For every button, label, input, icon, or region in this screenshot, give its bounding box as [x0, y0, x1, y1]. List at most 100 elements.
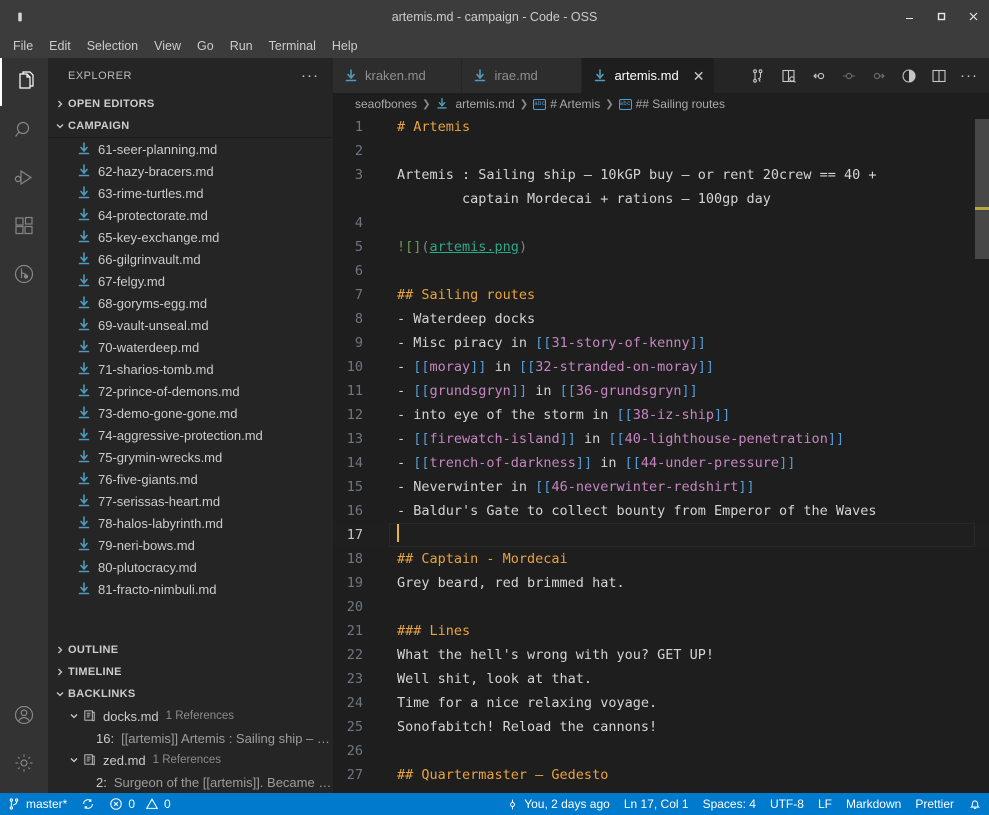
backlink-reference-row[interactable]: 16: [[artemis]] Artemis : Sailing ship – …	[48, 727, 333, 749]
code-line[interactable]: 26	[333, 739, 989, 763]
open-changes-icon[interactable]	[745, 62, 773, 90]
go-to-previous-change-icon[interactable]	[805, 62, 833, 90]
file-tree-item[interactable]: 74-aggressive-protection.md	[48, 424, 333, 446]
code-line[interactable]: 4	[333, 211, 989, 235]
code-line[interactable]: 11- [[grundsgryn]] in [[36-grundsgryn]]	[333, 379, 989, 403]
breadcrumb-symbol-artemis[interactable]: abc # Artemis	[531, 97, 602, 111]
code-line[interactable]: 2	[333, 139, 989, 163]
code-editor[interactable]: 1 # Artemis 2 3 Artemis : Sailing ship – 10k…	[333, 115, 989, 793]
file-tree[interactable]: 61-seer-planning.md 62-hazy-bracers.md 63-…	[48, 137, 333, 639]
code-lines[interactable]: 1 # Artemis 2 3 Artemis : Sailing ship – 10k…	[333, 115, 989, 787]
menu-go[interactable]: Go	[189, 36, 222, 56]
tab-irae[interactable]: irae.md ✕	[462, 58, 583, 93]
minimize-button[interactable]	[893, 0, 925, 33]
file-tree-item[interactable]: 80-plutocracy.md	[48, 556, 333, 578]
code-line[interactable]: 13- [[firewatch-island]] in [[40-lightho…	[333, 427, 989, 451]
split-editor-icon[interactable]	[925, 62, 953, 90]
file-tree-item[interactable]: 81-fracto-nimbuli.md	[48, 578, 333, 600]
go-to-next-change-icon[interactable]	[865, 62, 893, 90]
file-tree-item[interactable]: 78-halos-labyrinth.md	[48, 512, 333, 534]
file-tree-item[interactable]: 77-serissas-heart.md	[48, 490, 333, 512]
file-tree-item[interactable]: 75-grymin-wrecks.md	[48, 446, 333, 468]
file-tree-item[interactable]: 70-waterdeep.md	[48, 336, 333, 358]
status-formatter[interactable]: Prettier	[908, 793, 961, 815]
backlink-reference-row[interactable]: 2: Surgeon of the [[artemis]]. Became en…	[48, 771, 333, 793]
file-tree-item[interactable]: 65-key-exchange.md	[48, 226, 333, 248]
chevron-down-icon[interactable]	[66, 711, 82, 721]
menu-help[interactable]: Help	[324, 36, 366, 56]
code-line[interactable]: 3 Artemis : Sailing ship – 10kGP buy – or…	[333, 163, 989, 211]
code-line[interactable]: 23 Well shit, look at that.	[333, 667, 989, 691]
file-tree-item[interactable]: 63-rime-turtles.md	[48, 182, 333, 204]
close-button[interactable]	[957, 0, 989, 33]
activity-accounts[interactable]	[0, 691, 48, 739]
code-line[interactable]: 20	[333, 595, 989, 619]
code-line[interactable]: 27 ## Quartermaster – Gedesto	[333, 763, 989, 787]
code-line[interactable]: 17	[333, 523, 989, 547]
file-tree-item[interactable]: 66-gilgrinvault.md	[48, 248, 333, 270]
backlink-file-row[interactable]: docks.md 1 References	[48, 705, 333, 727]
file-tree-item[interactable]: 68-goryms-egg.md	[48, 292, 333, 314]
activity-source-control-graph[interactable]	[0, 250, 48, 298]
status-cursor-position[interactable]: Ln 17, Col 1	[617, 793, 696, 815]
section-backlinks[interactable]: BACKLINKS	[48, 683, 333, 705]
file-tree-item[interactable]: 79-neri-bows.md	[48, 534, 333, 556]
code-line[interactable]: 22 What the hell's wrong with you? GET UP…	[333, 643, 989, 667]
menu-file[interactable]: File	[5, 36, 41, 56]
file-tree-item[interactable]: 72-prince-of-demons.md	[48, 380, 333, 402]
section-campaign[interactable]: CAMPAIGN	[48, 115, 333, 137]
file-tree-item[interactable]: 73-demo-gone-gone.md	[48, 402, 333, 424]
status-branch[interactable]: master*	[0, 793, 74, 815]
toggle-preview-icon[interactable]	[895, 62, 923, 90]
status-language-mode[interactable]: Markdown	[839, 793, 908, 815]
file-tree-item[interactable]: 71-sharios-tomb.md	[48, 358, 333, 380]
menu-terminal[interactable]: Terminal	[261, 36, 324, 56]
section-open-editors[interactable]: OPEN EDITORS	[48, 93, 333, 115]
code-line[interactable]: 6	[333, 259, 989, 283]
more-actions-icon[interactable]: ···	[955, 62, 983, 90]
scrollbar-thumb[interactable]	[975, 119, 989, 259]
activity-extensions[interactable]	[0, 202, 48, 250]
menu-edit[interactable]: Edit	[41, 36, 79, 56]
code-line[interactable]: 24 Time for a nice relaxing voyage.	[333, 691, 989, 715]
section-outline[interactable]: OUTLINE	[48, 639, 333, 661]
menu-view[interactable]: View	[146, 36, 189, 56]
code-line[interactable]: 10- [[moray]] in [[32-stranded-on-moray]…	[333, 355, 989, 379]
maximize-button[interactable]	[925, 0, 957, 33]
file-tree-item[interactable]: 69-vault-unseal.md	[48, 314, 333, 336]
status-eol[interactable]: LF	[811, 793, 839, 815]
file-tree-item[interactable]: 61-seer-planning.md	[48, 138, 333, 160]
code-line[interactable]: 21 ### Lines	[333, 619, 989, 643]
code-line[interactable]: 7 ## Sailing routes	[333, 283, 989, 307]
status-problems[interactable]: 0 0	[102, 793, 177, 815]
backlinks-list[interactable]: docks.md 1 References 16: [[artemis]] Artem…	[48, 705, 333, 793]
status-notifications[interactable]	[961, 793, 989, 815]
activity-manage-gear[interactable]	[0, 739, 48, 787]
menu-selection[interactable]: Selection	[79, 36, 146, 56]
backlink-file-row[interactable]: zed.md 1 References	[48, 749, 333, 771]
status-authorship[interactable]: You, 2 days ago	[499, 793, 617, 815]
sidebar-more-actions-icon[interactable]: ···	[295, 67, 325, 84]
breadcrumb-symbol-sailing-routes[interactable]: abc ## Sailing routes	[617, 97, 727, 111]
code-line[interactable]: 16 - Baldur's Gate to collect bounty from…	[333, 499, 989, 523]
code-line[interactable]: 12 - into eye of the storm in [[38-iz-shi…	[333, 403, 989, 427]
chevron-down-icon[interactable]	[66, 755, 82, 765]
code-line[interactable]: 25 Sonofabitch! Reload the cannons!	[333, 715, 989, 739]
section-timeline[interactable]: TIMELINE	[48, 661, 333, 683]
file-tree-item[interactable]: 76-five-giants.md	[48, 468, 333, 490]
breadcrumb-file[interactable]: artemis.md	[433, 97, 516, 111]
editor-vertical-scrollbar[interactable]	[975, 115, 989, 793]
code-line[interactable]: 9 - Misc piracy in [[31-story-of-kenny]]	[333, 331, 989, 355]
code-line[interactable]: 5 ![](artemis.png)	[333, 235, 989, 259]
close-icon[interactable]: ✕	[693, 69, 705, 83]
code-line[interactable]: 15 - Neverwinter in [[46-neverwinter-reds…	[333, 475, 989, 499]
code-line[interactable]: 18 ## Captain - Mordecai	[333, 547, 989, 571]
activity-explorer[interactable]	[0, 58, 48, 106]
activity-run-and-debug[interactable]	[0, 154, 48, 202]
status-sync[interactable]	[74, 793, 102, 815]
file-tree-item[interactable]: 67-felgy.md	[48, 270, 333, 292]
status-encoding[interactable]: UTF-8	[763, 793, 811, 815]
tab-kraken[interactable]: kraken.md ✕	[333, 58, 463, 93]
file-tree-item[interactable]: 64-protectorate.md	[48, 204, 333, 226]
code-line[interactable]: 19 Grey beard, red brimmed hat.	[333, 571, 989, 595]
